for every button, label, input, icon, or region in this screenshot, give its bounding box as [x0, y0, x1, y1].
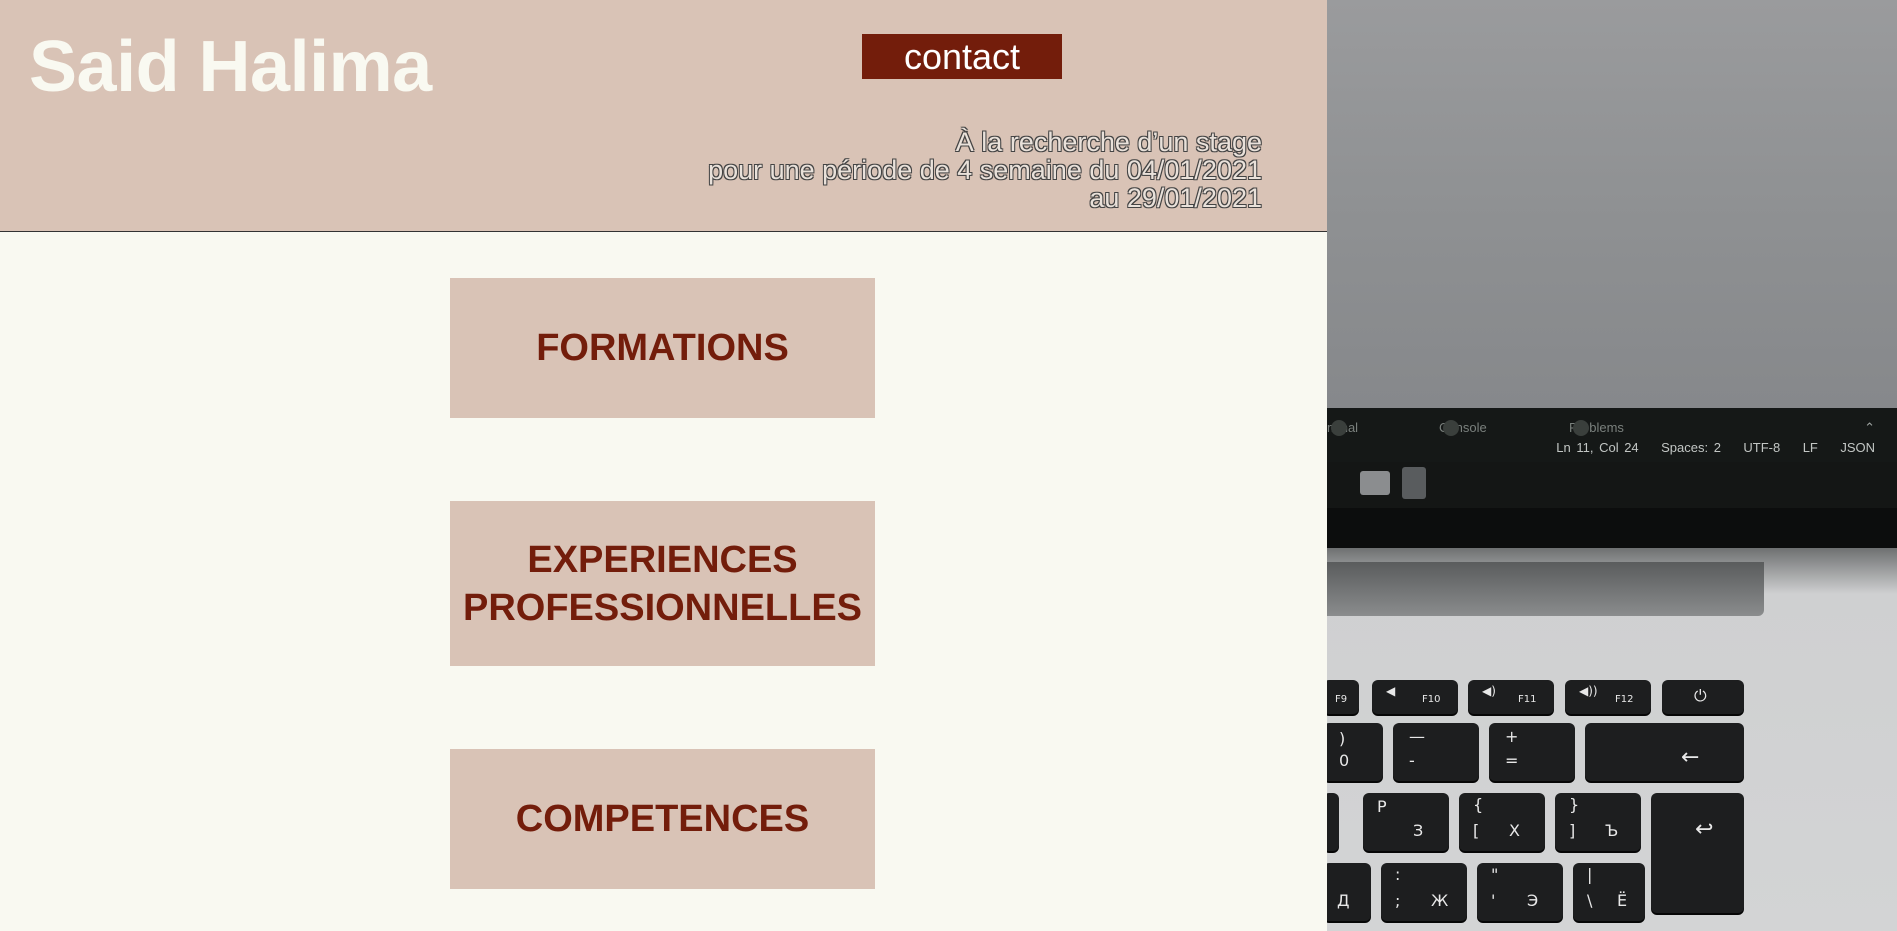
key-equals: + = [1489, 723, 1575, 781]
laptop-hinge [1327, 562, 1764, 616]
status-item: UTF-8 [1743, 440, 1781, 455]
volume-up-icon: ◀)) [1579, 684, 1598, 698]
laptop-photo: minal Console Problems ⌃ Ln 11, Col 24 S… [1327, 0, 1897, 931]
contact-button[interactable]: contact [862, 34, 1062, 79]
key-f11: ◀) F11 [1468, 680, 1554, 714]
experiences-label-line: PROFESSIONNELLES [462, 586, 863, 629]
status-item: LF [1802, 440, 1818, 455]
trash-icon [1402, 467, 1426, 499]
page-main: Said Halima contact À la recherche d’un … [0, 0, 1327, 931]
key-partial [1327, 793, 1339, 851]
tagline-line: pour une période de 4 semaine du 04/01/2… [708, 155, 1262, 185]
status-item: Ln 11, Col 24 [1556, 440, 1639, 455]
status-item: JSON [1840, 440, 1875, 455]
count-badge [1573, 420, 1589, 436]
key-enter: ↩ [1651, 793, 1744, 913]
site-title: Said Halima [29, 27, 432, 107]
competences-label: COMPETENCES [515, 798, 810, 840]
experiences-button[interactable]: EXPERIENCES PROFESSIONNELLES [450, 501, 875, 666]
status-item: Spaces: 2 [1661, 440, 1721, 455]
site-header: Said Halima contact À la recherche d’un … [0, 0, 1327, 232]
globe-icon [1331, 420, 1347, 436]
editor-statusbar: minal Console Problems ⌃ Ln 11, Col 24 S… [1327, 408, 1897, 462]
tagline-line: au 29/01/2021 [1089, 183, 1262, 213]
dock [1327, 462, 1897, 508]
key-quote: " ' Э [1477, 863, 1563, 921]
key-backslash: | \ Ё [1573, 863, 1645, 921]
key-0: ) 0 [1327, 723, 1383, 781]
key-f10: ◀ F10 [1372, 680, 1458, 714]
key-f9: F9 [1327, 680, 1359, 714]
power-icon: ⏻ [1694, 686, 1707, 705]
volume-mute-icon: ◀ [1386, 684, 1396, 698]
chevron-up-icon: ⌃ [1864, 420, 1875, 435]
dock-app-icon [1360, 471, 1390, 495]
key-bracket-left: {[Х [1459, 793, 1545, 851]
key-semicolon: :; Ж [1381, 863, 1467, 921]
key-minus: — - [1393, 723, 1479, 781]
key-r: РЗ [1363, 793, 1449, 851]
key-power: ⏻ [1662, 680, 1744, 714]
laptop-screen [1327, 0, 1897, 408]
key-d: Д [1327, 863, 1371, 921]
experiences-label: EXPERIENCES PROFESSIONNELLES [463, 536, 862, 632]
competences-button[interactable]: COMPETENCES [450, 749, 875, 889]
laptop-keyboard: F9 ◀ F10 ◀) F11 ◀)) F12 ⏻ ) 0 — - + = ← РЗ {[Х… [1327, 548, 1897, 931]
count-badge [1443, 420, 1459, 436]
formations-label: FORMATIONS [536, 327, 789, 369]
tagline: À la recherche d’un stage pour une pério… [708, 128, 1262, 212]
formations-button[interactable]: FORMATIONS [450, 278, 875, 418]
editor-status-info: Ln 11, Col 24 Spaces: 2 UTF-8 LF JSON [1556, 440, 1875, 455]
key-f12: ◀)) F12 [1565, 680, 1651, 714]
key-backspace: ← [1585, 723, 1744, 781]
key-bracket-right: }] Ъ [1555, 793, 1641, 851]
volume-down-icon: ◀) [1482, 684, 1496, 698]
experiences-label-line: EXPERIENCES [527, 538, 798, 581]
tagline-line: À la recherche d’un stage [955, 127, 1262, 157]
